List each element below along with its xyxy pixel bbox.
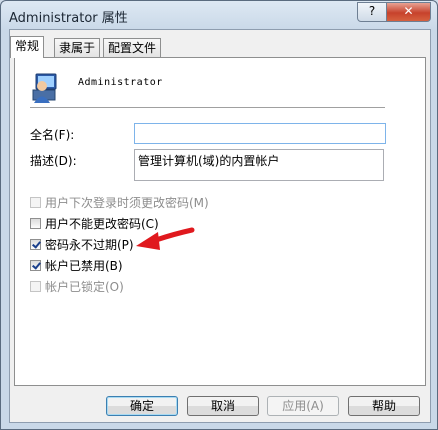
tab-member-of[interactable]: 隶属于 bbox=[54, 38, 101, 57]
user-name: Administrator bbox=[78, 77, 163, 88]
checkbox-password-never-expires[interactable]: 密码永不过期(P) bbox=[30, 236, 134, 252]
checkbox-label: 用户下次登录时须更改密码(M) bbox=[45, 195, 209, 210]
checkbox-box[interactable] bbox=[30, 259, 41, 271]
description-input[interactable]: 管理计算机(域)的内置帐户 bbox=[134, 149, 384, 181]
checkbox-box[interactable] bbox=[30, 280, 41, 292]
fullname-label: 全名(F): bbox=[30, 128, 75, 142]
cancel-button[interactable]: 取消 bbox=[187, 396, 259, 416]
annotation-arrow-icon bbox=[136, 227, 195, 250]
description-label: 描述(D): bbox=[30, 154, 77, 168]
checkbox-box[interactable] bbox=[30, 196, 41, 208]
help-title-button[interactable]: ? bbox=[357, 2, 387, 22]
checkbox-label: 密码永不过期(P) bbox=[45, 237, 134, 252]
checkbox-account-disabled[interactable]: 帐户已禁用(B) bbox=[30, 257, 123, 273]
ok-button[interactable]: 确定 bbox=[106, 396, 178, 416]
fullname-input[interactable] bbox=[134, 123, 386, 144]
checkbox-must-change-password[interactable]: 用户下次登录时须更改密码(M) bbox=[30, 194, 209, 210]
checkbox-label: 帐户已禁用(B) bbox=[45, 258, 123, 273]
checkbox-box[interactable] bbox=[30, 217, 41, 229]
title-bar[interactable]: Administrator 属性 ? ✕ bbox=[1, 1, 437, 29]
checkbox-box[interactable] bbox=[30, 238, 41, 250]
close-button[interactable]: ✕ bbox=[386, 2, 431, 22]
checkbox-label: 帐户已锁定(O) bbox=[45, 279, 124, 294]
help-button[interactable]: 帮助 bbox=[348, 396, 420, 416]
checkbox-account-locked[interactable]: 帐户已锁定(O) bbox=[30, 278, 124, 294]
window-title: Administrator 属性 bbox=[9, 11, 128, 26]
user-account-icon bbox=[32, 73, 57, 103]
description-value: 管理计算机(域)的内置帐户 bbox=[138, 154, 280, 168]
tab-profile[interactable]: 配置文件 bbox=[103, 38, 162, 57]
apply-button[interactable]: 应用(A) bbox=[267, 396, 339, 416]
tab-general[interactable]: 常规 bbox=[10, 36, 45, 58]
separator-line bbox=[30, 107, 385, 109]
